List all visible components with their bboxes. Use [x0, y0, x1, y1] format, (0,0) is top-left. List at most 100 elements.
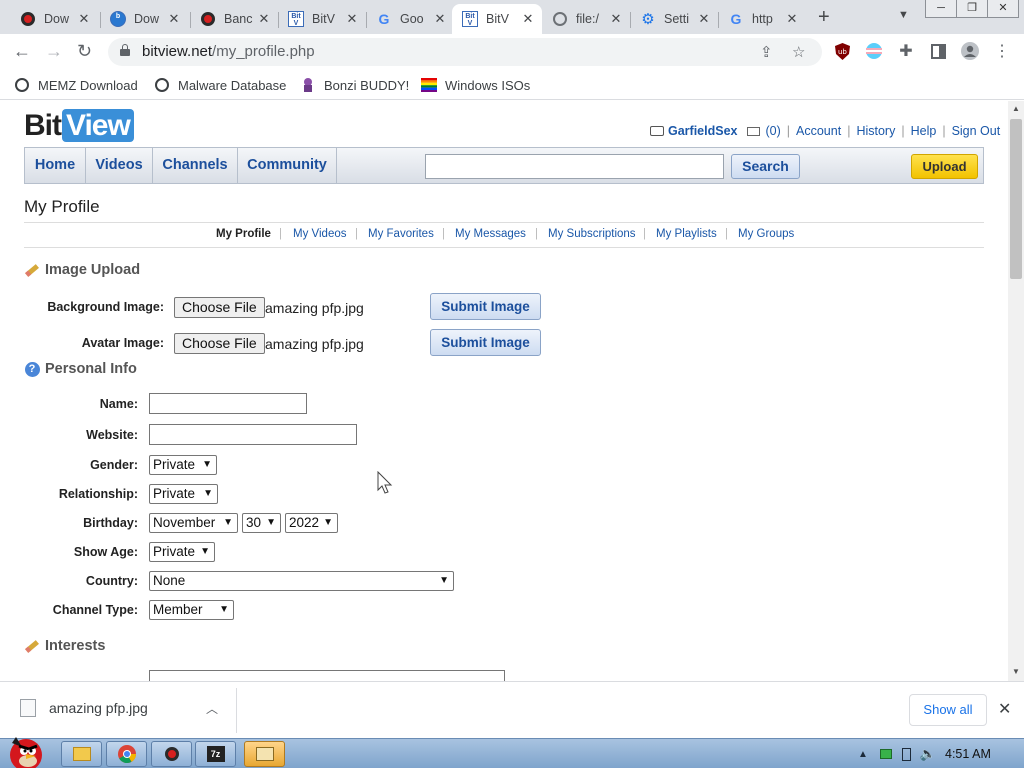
close-icon[interactable]: ✕	[166, 11, 182, 27]
bitview-logo[interactable]: Bit View	[24, 109, 134, 143]
volume-icon[interactable]: 🔈	[920, 746, 936, 762]
account-link[interactable]: Account	[796, 124, 841, 138]
bookmark[interactable]: Malware Database	[154, 77, 286, 93]
show-all-button[interactable]: Show all	[909, 694, 987, 726]
subnav-my-playlists[interactable]: My Playlists	[656, 228, 717, 240]
subnav-my-profile[interactable]: My Profile	[216, 228, 271, 240]
birthday-month-select[interactable]: November ▼	[149, 513, 238, 533]
nav-home[interactable]: Home	[25, 148, 86, 183]
tab[interactable]: Bit V BitV ✕	[278, 4, 366, 34]
close-icon[interactable]: ✕	[76, 11, 92, 27]
tab-active[interactable]: Bit V BitV ✕	[452, 4, 542, 34]
tray-expand-icon[interactable]: ▲	[858, 749, 868, 760]
subnav-my-groups[interactable]: My Groups	[738, 228, 794, 240]
submit-background-button[interactable]: Submit Image	[430, 293, 541, 320]
mail-icon[interactable]	[747, 126, 761, 136]
scrollbar-thumb[interactable]	[1010, 119, 1022, 279]
trans-flag-icon[interactable]	[865, 42, 883, 60]
close-icon[interactable]: ✕	[696, 11, 712, 27]
upload-button[interactable]: Upload	[911, 154, 978, 179]
forward-icon[interactable]: →	[45, 41, 63, 62]
extensions-icon[interactable]: ✚	[897, 42, 915, 60]
channel-type-select[interactable]: Member ▼	[149, 600, 234, 620]
sign-out-link[interactable]: Sign Out	[952, 124, 1001, 138]
restore-icon[interactable]: ❐	[956, 0, 988, 18]
history-link[interactable]: History	[856, 124, 895, 138]
taskbar-7zip[interactable]: 7z	[195, 741, 236, 767]
tab[interactable]: G Goo ✕	[366, 4, 454, 34]
nav-community[interactable]: Community	[238, 148, 337, 183]
subnav-my-messages[interactable]: My Messages	[455, 228, 526, 240]
page-scrollbar[interactable]: ▲ ▼	[1008, 101, 1024, 681]
name-input[interactable]	[149, 393, 307, 414]
close-icon[interactable]: ✕	[344, 11, 360, 27]
close-window-icon[interactable]: ✕	[987, 0, 1019, 18]
birthday-year-select[interactable]: 2022 ▼	[285, 513, 338, 533]
interests-textarea[interactable]	[149, 670, 505, 681]
ublock-icon[interactable]: ub	[833, 42, 851, 60]
menu-icon[interactable]: ⋮	[993, 42, 1011, 60]
bookmark-star-icon[interactable]: ☆	[792, 43, 805, 61]
new-tab-icon[interactable]: +	[818, 6, 830, 29]
profile-icon[interactable]	[961, 42, 979, 60]
submit-avatar-button[interactable]: Submit Image	[430, 329, 541, 356]
taskbar-chrome[interactable]	[106, 741, 147, 767]
taskbar-explorer[interactable]	[61, 741, 102, 767]
start-button-angry-bird-icon[interactable]	[2, 731, 48, 768]
lock-icon[interactable]	[120, 44, 130, 56]
website-input[interactable]	[149, 424, 357, 445]
bookmark[interactable]: Bonzi BUDDY!	[300, 77, 409, 93]
scroll-down-icon[interactable]: ▼	[1012, 667, 1020, 676]
tab[interactable]: Banc ✕	[190, 4, 278, 34]
tab[interactable]: G http ✕	[718, 4, 806, 34]
subnav-my-favorites[interactable]: My Favorites	[368, 228, 434, 240]
share-icon[interactable]: ⇪	[760, 43, 773, 61]
help-link[interactable]: Help	[911, 124, 937, 138]
close-icon[interactable]: ✕	[784, 11, 800, 27]
minimize-icon[interactable]: ─	[925, 0, 957, 18]
show-age-select[interactable]: Private ▼	[149, 542, 215, 562]
nav-videos[interactable]: Videos	[86, 148, 153, 183]
select-value: Private	[153, 457, 196, 472]
close-icon[interactable]: ✕	[520, 11, 536, 27]
back-icon[interactable]: ←	[13, 41, 31, 62]
choose-file-button[interactable]: Choose File	[174, 333, 265, 354]
gender-select[interactable]: Private ▼	[149, 455, 217, 475]
close-icon[interactable]: ✕	[256, 11, 272, 27]
sidepanel-icon[interactable]	[929, 42, 947, 60]
gear-icon: ⚙	[641, 11, 655, 28]
page-title: My Profile	[24, 197, 100, 216]
clock[interactable]: 4:51 AM	[945, 747, 991, 761]
taskbar-active-window[interactable]	[244, 741, 285, 767]
bookmark[interactable]: Windows ISOs	[421, 77, 530, 93]
chevron-up-icon[interactable]: ︿	[206, 700, 218, 717]
messages-count[interactable]: (0)	[765, 124, 780, 138]
scroll-up-icon[interactable]: ▲	[1012, 104, 1020, 113]
country-select[interactable]: None ▼	[149, 571, 454, 591]
close-icon[interactable]: ✕	[432, 11, 448, 27]
chevron-down-icon: ▼	[323, 517, 333, 528]
subnav-my-subscriptions[interactable]: My Subscriptions	[548, 228, 636, 240]
close-icon[interactable]: ✕	[998, 699, 1011, 719]
chevron-down-icon[interactable]: ▼	[898, 9, 909, 21]
download-item[interactable]: amazing pfp.jpg	[20, 699, 148, 717]
reload-icon[interactable]: ↻	[77, 41, 92, 62]
relationship-select[interactable]: Private ▼	[149, 484, 218, 504]
subnav-my-videos[interactable]: My Videos	[293, 228, 346, 240]
close-icon[interactable]: ✕	[608, 11, 624, 27]
battery-icon[interactable]	[901, 747, 911, 761]
tab[interactable]: b Dow ✕	[100, 4, 188, 34]
username-link[interactable]: GarfieldSex	[668, 124, 737, 138]
bookmark[interactable]: MEMZ Download	[14, 77, 138, 93]
tab[interactable]: ⚙ Setti ✕	[630, 4, 718, 34]
search-button[interactable]: Search	[731, 154, 800, 179]
nav-channels[interactable]: Channels	[153, 148, 238, 183]
address-bar[interactable]: bitview.net/my_profile.php ⇪ ☆	[108, 38, 822, 66]
tab[interactable]: file:/ ✕	[542, 4, 630, 34]
network-icon[interactable]	[879, 749, 892, 759]
taskbar-recorder[interactable]	[151, 741, 192, 767]
choose-file-button[interactable]: Choose File	[174, 297, 265, 318]
search-input[interactable]	[425, 154, 724, 179]
birthday-day-select[interactable]: 30 ▼	[242, 513, 281, 533]
tab[interactable]: Dow ✕	[10, 4, 98, 34]
